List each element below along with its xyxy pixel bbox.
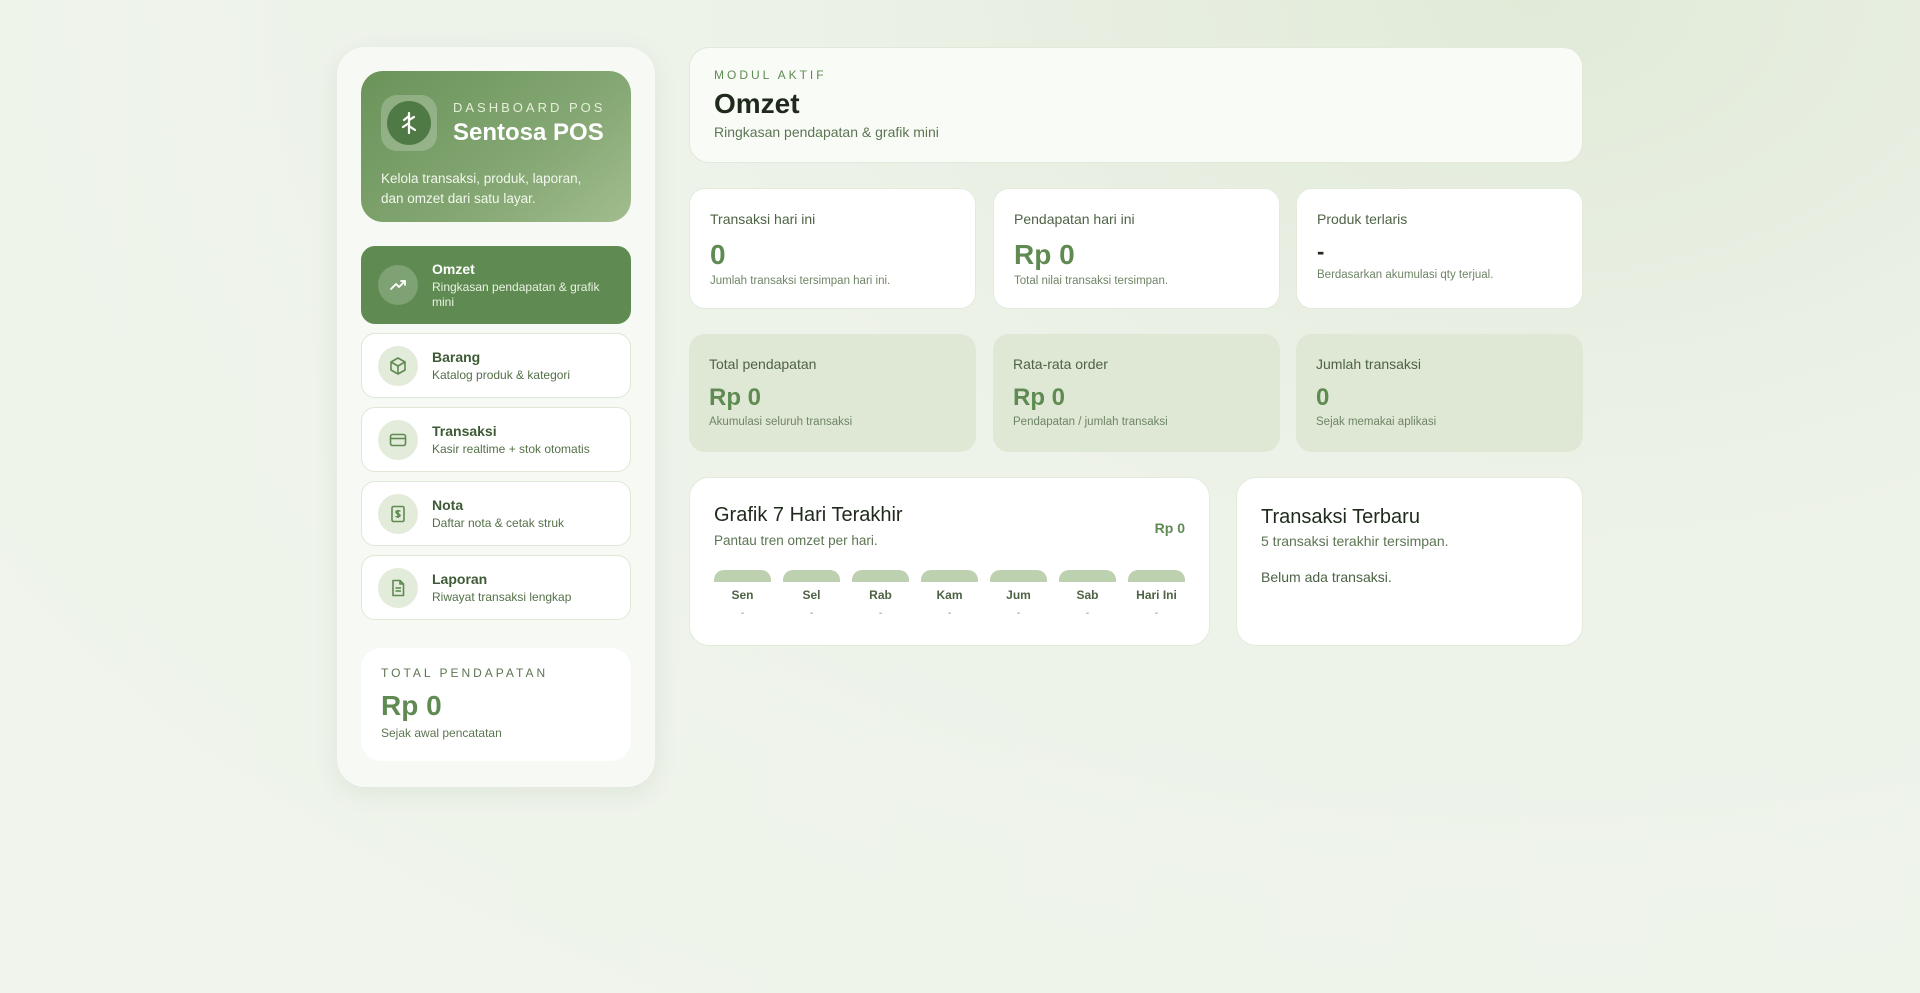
chart-bar-label: Rab — [869, 588, 892, 602]
chart-card: Grafik 7 Hari Terakhir Pantau tren omzet… — [689, 477, 1210, 646]
chart-bars: Sen - Sel - Rab - Kam - Jum - Sab - Hari Ini - — [714, 570, 1185, 619]
page-subtitle: Ringkasan pendapatan & grafik mini — [714, 124, 939, 140]
chart-bar-column: Hari Ini - — [1128, 570, 1185, 619]
stat-label: Pendapatan hari ini — [1014, 211, 1135, 227]
stat-sub: Akumulasi seluruh transaksi — [709, 416, 853, 428]
stat-value: - — [1317, 239, 1325, 264]
stat-card-pendapatan-hari-ini: Pendapatan hari ini Rp 0 Total nilai tra… — [993, 188, 1280, 309]
tree-icon — [381, 95, 437, 151]
chart-bar-value: - — [878, 608, 883, 619]
sidebar-item-title: Nota — [432, 496, 464, 513]
chart-bar-column: Sab - — [1059, 570, 1116, 619]
trend-up-icon — [378, 265, 418, 305]
chart-total: Rp 0 — [1154, 520, 1185, 536]
chart-bar — [1128, 570, 1185, 582]
stat-label: Jumlah transaksi — [1316, 356, 1422, 372]
stat-sub: Pendapatan / jumlah transaksi — [1013, 416, 1168, 428]
sidebar-item-barang[interactable]: Barang Katalog produk & kategori — [361, 333, 631, 398]
sidebar-nav: Omzet Ringkasan pendapatan & grafik mini… — [361, 246, 631, 620]
stat-value: Rp 0 — [1013, 384, 1066, 411]
stat-value: Rp 0 — [709, 384, 762, 411]
chart-bar-value: - — [947, 608, 952, 619]
card-icon — [378, 419, 418, 460]
sidebar-total-card: TOTAL PENDAPATAN Rp 0 Sejak awal pencata… — [361, 648, 631, 761]
chart-bar-value: - — [1016, 608, 1021, 619]
stat-card-produk-terlaris: Produk terlaris - Berdasarkan akumulasi … — [1296, 188, 1583, 309]
document-icon — [378, 567, 418, 608]
chart-bar-column: Rab - — [852, 570, 909, 619]
chart-bar-value: - — [1085, 608, 1090, 619]
stat-card-total-pendapatan: Total pendapatan Rp 0 Akumulasi seluruh … — [689, 334, 976, 452]
module-header: MODUL AKTIF Omzet Ringkasan pendapatan &… — [689, 47, 1583, 163]
stat-sub: Jumlah transaksi tersimpan hari ini. — [710, 275, 891, 287]
total-value: Rp 0 — [381, 690, 442, 721]
recent-title: Transaksi Terbaru — [1261, 506, 1420, 528]
brand-name: Sentosa POS — [453, 118, 604, 146]
chart-bar — [921, 570, 978, 582]
page-title: Omzet — [714, 88, 800, 119]
chart-bar — [990, 570, 1047, 582]
brand-description: Kelola transaksi, produk, laporan, dan o… — [381, 171, 582, 206]
total-label: TOTAL PENDAPATAN — [381, 666, 549, 680]
chart-bar-value: - — [809, 608, 814, 619]
total-sub: Sejak awal pencatatan — [381, 726, 502, 740]
chart-bar-label: Sel — [802, 588, 821, 602]
sidebar-item-transaksi[interactable]: Transaksi Kasir realtime + stok otomatis — [361, 407, 631, 472]
chart-bar-column: Jum - — [990, 570, 1047, 619]
stat-sub: Berdasarkan akumulasi qty terjual. — [1317, 269, 1494, 281]
brand-card: DASHBOARD POS Sentosa POS Kelola transak… — [361, 71, 631, 222]
chart-bar — [852, 570, 909, 582]
chart-bar-column: Sen - — [714, 570, 771, 619]
stat-value: Rp 0 — [1014, 239, 1075, 270]
sidebar-item-nota[interactable]: Nota Daftar nota & cetak struk — [361, 481, 631, 546]
chart-bar-label: Sen — [731, 588, 754, 602]
chart-bar-label: Jum — [1006, 588, 1031, 602]
sidebar-item-title: Barang — [432, 348, 481, 365]
recent-empty-state: Belum ada transaksi. — [1261, 569, 1392, 585]
stat-card-jumlah-transaksi: Jumlah transaksi 0 Sejak memakai aplikas… — [1296, 334, 1583, 452]
stat-sub: Sejak memakai aplikasi — [1316, 416, 1437, 428]
chart-bar-column: Sel - — [783, 570, 840, 619]
stat-value: 0 — [1316, 384, 1330, 411]
sidebar-item-sub: Katalog produk & kategori — [432, 367, 571, 382]
sidebar: DASHBOARD POS Sentosa POS Kelola transak… — [337, 47, 655, 787]
sidebar-item-sub: Kasir realtime + stok otomatis — [432, 441, 590, 456]
stat-label: Total pendapatan — [709, 356, 817, 372]
box-icon — [378, 345, 418, 386]
chart-bar — [783, 570, 840, 582]
sidebar-item-omzet[interactable]: Omzet Ringkasan pendapatan & grafik mini — [361, 246, 631, 324]
chart-bar-label: Hari Ini — [1136, 588, 1177, 602]
receipt-icon — [378, 493, 418, 534]
chart-bar — [714, 570, 771, 582]
sidebar-item-sub: Riwayat transaksi lengkap — [432, 589, 572, 604]
sidebar-item-laporan[interactable]: Laporan Riwayat transaksi lengkap — [361, 555, 631, 620]
chart-bar-value: - — [1154, 608, 1159, 619]
brand-kicker: DASHBOARD POS — [453, 99, 606, 115]
module-kicker: MODUL AKTIF — [714, 68, 827, 82]
stat-value: 0 — [710, 239, 726, 270]
chart-bar — [1059, 570, 1116, 582]
sidebar-item-sub: Daftar nota & cetak struk — [432, 515, 565, 530]
stat-card-rata-rata-order: Rata-rata order Rp 0 Pendapatan / jumlah… — [993, 334, 1280, 452]
stat-label: Produk terlaris — [1317, 211, 1408, 227]
recent-subtitle: 5 transaksi terakhir tersimpan. — [1261, 533, 1449, 549]
sidebar-item-title: Transaksi — [432, 422, 497, 439]
recent-transactions-card: Transaksi Terbaru 5 transaksi terakhir t… — [1236, 477, 1583, 646]
sidebar-item-title: Laporan — [432, 570, 488, 587]
chart-subtitle: Pantau tren omzet per hari. — [714, 533, 878, 548]
chart-bar-label: Sab — [1076, 588, 1099, 602]
chart-title: Grafik 7 Hari Terakhir — [714, 504, 903, 526]
stat-card-transaksi-hari-ini: Transaksi hari ini 0 Jumlah transaksi te… — [689, 188, 976, 309]
chart-bar-column: Kam - — [921, 570, 978, 619]
chart-bar-value: - — [740, 608, 745, 619]
chart-bar-label: Kam — [936, 588, 963, 602]
stat-label: Rata-rata order — [1013, 356, 1108, 372]
stat-sub: Total nilai transaksi tersimpan. — [1014, 275, 1169, 287]
sidebar-item-title: Omzet — [432, 260, 475, 277]
sidebar-item-sub: Ringkasan pendapatan & grafik mini — [432, 279, 600, 309]
stat-label: Transaksi hari ini — [710, 211, 816, 227]
